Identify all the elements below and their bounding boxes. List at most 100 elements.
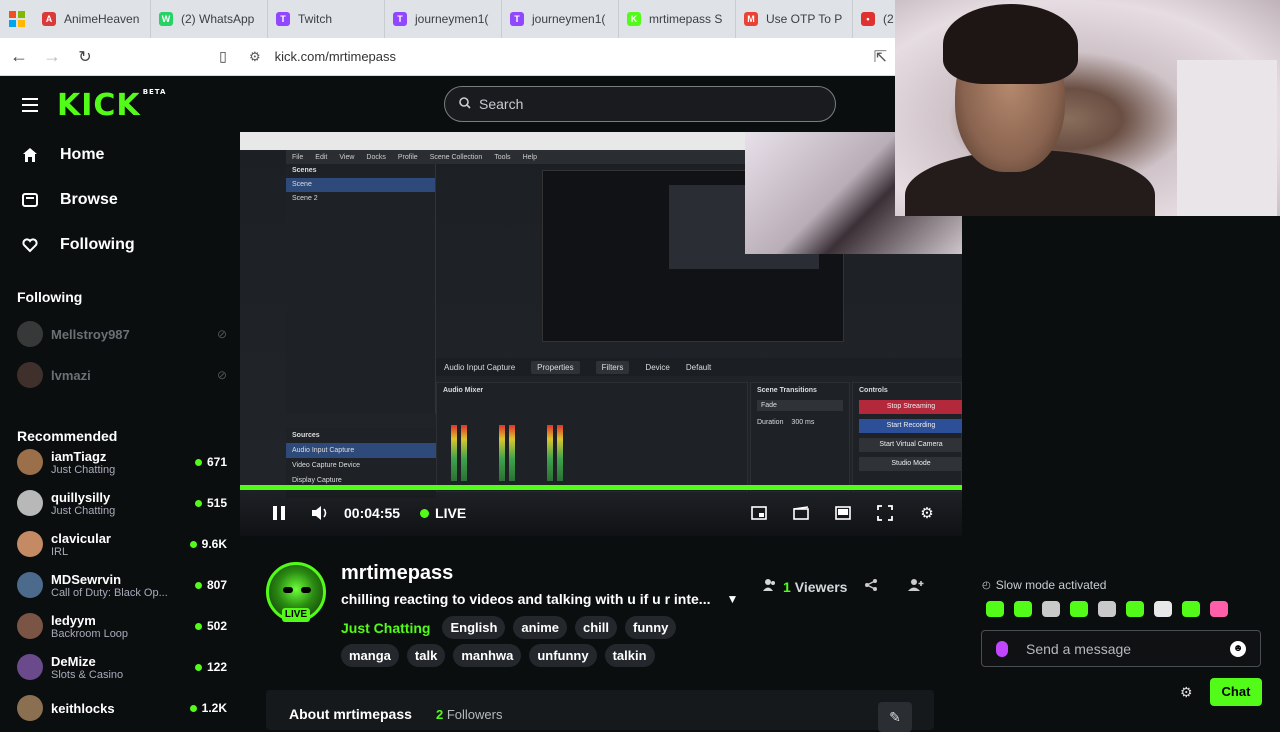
browser-tab[interactable]: A AnimeHeaven (34, 0, 151, 38)
browser-tab[interactable]: Tjourneymen1( (502, 0, 619, 38)
share-page-icon[interactable]: ⇱ (874, 47, 887, 67)
stream-title[interactable]: chilling reacting to videos and talking … (341, 591, 738, 607)
chat-placeholder: Send a message (1026, 640, 1132, 657)
live-badge: LIVE (282, 608, 310, 622)
following-channel[interactable]: lvmazi ⊘ (17, 357, 227, 393)
bookmark-icon[interactable]: ▯ (209, 43, 237, 71)
back-arrow-icon[interactable]: ← (5, 43, 33, 71)
viewer-count: 1 Viewers (763, 578, 847, 595)
emote-icon[interactable] (1124, 599, 1146, 619)
sidebar: KICK BETA Home Browse Following Following… (0, 76, 240, 721)
browse-icon (22, 192, 38, 208)
search-placeholder: Search (479, 96, 524, 112)
duration-value: 300 ms (791, 419, 815, 426)
emoji-icon[interactable]: ☻ (1230, 641, 1246, 657)
avatar (17, 654, 43, 680)
obs-menu-item: Tools (494, 153, 511, 161)
scenes-title: Scenes (292, 167, 317, 174)
browser-tab[interactable]: Tjourneymen1( (385, 0, 502, 38)
tab-label: Twitch (298, 12, 333, 26)
fullscreen-icon[interactable] (874, 502, 896, 524)
chat-message-input[interactable]: Send a message ☻ (981, 630, 1261, 667)
menu-hamburger-icon[interactable] (22, 98, 38, 116)
obs-virtual-camera: Start Virtual Camera (859, 438, 962, 452)
emote-icon[interactable] (1096, 599, 1118, 619)
category-link[interactable]: Just Chatting (341, 620, 430, 636)
following-heading: Following (17, 289, 83, 305)
emote-icon[interactable] (1152, 599, 1174, 619)
browser-tab[interactable]: W (2) WhatsApp (151, 0, 268, 38)
chat-settings-gear-icon[interactable]: ⚙ (1180, 684, 1193, 701)
tab-favicon-icon: A (42, 12, 56, 26)
obs-source-label: Audio Input Capture (444, 362, 516, 372)
emote-icon[interactable] (1180, 599, 1202, 619)
recommended-channel[interactable]: ledyym Backroom Loop 502 (17, 608, 227, 644)
transitions-title: Scene Transitions (757, 387, 817, 394)
sources-title: Sources (292, 432, 320, 439)
about-section: About mrtimepass 2 Followers ✎ (266, 690, 934, 732)
browser-tab[interactable]: T Twitch (268, 0, 385, 38)
nav-home[interactable]: Home (22, 146, 104, 164)
obs-scenes-panel: Scenes Scene Scene 2 (286, 164, 436, 414)
volume-icon[interactable] (310, 505, 330, 521)
stream-title-text: chilling reacting to videos and talking … (341, 591, 711, 607)
apps-grid-icon[interactable] (0, 0, 34, 38)
slow-mode-icon: ◴ (982, 579, 991, 591)
chat-send-button[interactable]: Chat (1210, 678, 1262, 706)
recommended-channel[interactable]: DeMize Slots & Casino 122 (17, 649, 227, 685)
recommended-channel[interactable]: keithlocks 1.2K (17, 690, 227, 726)
follow-user-icon[interactable] (908, 578, 924, 595)
recommended-channel[interactable]: MDSewrvin Call of Duty: Black Op... 807 (17, 567, 227, 603)
tag-chip[interactable]: talk (406, 644, 446, 667)
avatar (17, 321, 43, 347)
video-player[interactable]: File Edit View Docks Profile Scene Collection… (240, 132, 962, 536)
settings-gear-icon[interactable]: ⚙ (916, 502, 938, 524)
emote-icon[interactable] (984, 599, 1006, 619)
chat-identity-icon[interactable] (996, 640, 1008, 657)
offline-icon: ⊘ (216, 368, 227, 382)
search-input[interactable]: Search (444, 86, 836, 122)
recommended-channel[interactable]: clavicular IRL 9.6K (17, 526, 227, 562)
tag-chip[interactable]: anime (513, 616, 567, 639)
share-icon[interactable] (864, 578, 878, 595)
slow-mode-text: Slow mode activated (995, 578, 1107, 592)
pause-icon[interactable] (270, 505, 288, 521)
nav-following[interactable]: Following (22, 236, 135, 254)
tag-chip[interactable]: English (442, 616, 506, 639)
following-channel[interactable]: Mellstroy987 ⊘ (17, 316, 227, 352)
url-field[interactable]: ⚙ kick.com/mrtimepass (249, 49, 396, 65)
obs-menu-item: File (292, 153, 304, 161)
site-settings-icon[interactable]: ⚙ (249, 49, 261, 65)
edit-pencil-icon[interactable]: ✎ (878, 702, 912, 732)
viewers-icon (763, 578, 777, 595)
recommended-channel[interactable]: iamTiagz Just Chatting 671 (17, 444, 227, 480)
theater-mode-icon[interactable] (832, 502, 854, 524)
forward-arrow-icon[interactable]: → (38, 43, 66, 71)
tag-chip[interactable]: manhwa (453, 644, 522, 667)
obs-device-value: Default (685, 362, 712, 372)
tag-chip[interactable]: manga (341, 644, 399, 667)
browser-tab[interactable]: Kmrtimepass S (619, 0, 736, 38)
tag-chip[interactable]: chill (574, 616, 617, 639)
tag-chip[interactable]: unfunny (529, 644, 597, 667)
obs-stop-streaming: Stop Streaming (859, 400, 962, 414)
emote-icon[interactable] (1208, 599, 1230, 619)
tag-chip[interactable]: talkin (604, 644, 655, 667)
tag-chip[interactable]: funny (625, 616, 677, 639)
viewer-count: 807 (195, 578, 227, 592)
clip-icon[interactable] (790, 502, 812, 524)
avatar (17, 449, 43, 475)
browser-tab[interactable]: M Use OTP To P (736, 0, 853, 38)
mini-player-icon[interactable] (748, 502, 770, 524)
chevron-down-icon[interactable]: ▼ (726, 592, 738, 606)
recommended-channel[interactable]: quillysilly Just Chatting 515 (17, 485, 227, 521)
kick-logo[interactable]: KICK BETA (57, 88, 166, 123)
emote-icon[interactable] (1012, 599, 1034, 619)
viewer-count: 1.2K (190, 701, 227, 715)
tab-favicon-icon: T (276, 12, 290, 26)
reload-icon[interactable]: ↻ (71, 43, 99, 71)
emote-icon[interactable] (1068, 599, 1090, 619)
nav-browse[interactable]: Browse (22, 191, 118, 209)
channel-name[interactable]: mrtimepass (341, 562, 453, 585)
emote-icon[interactable] (1040, 599, 1062, 619)
